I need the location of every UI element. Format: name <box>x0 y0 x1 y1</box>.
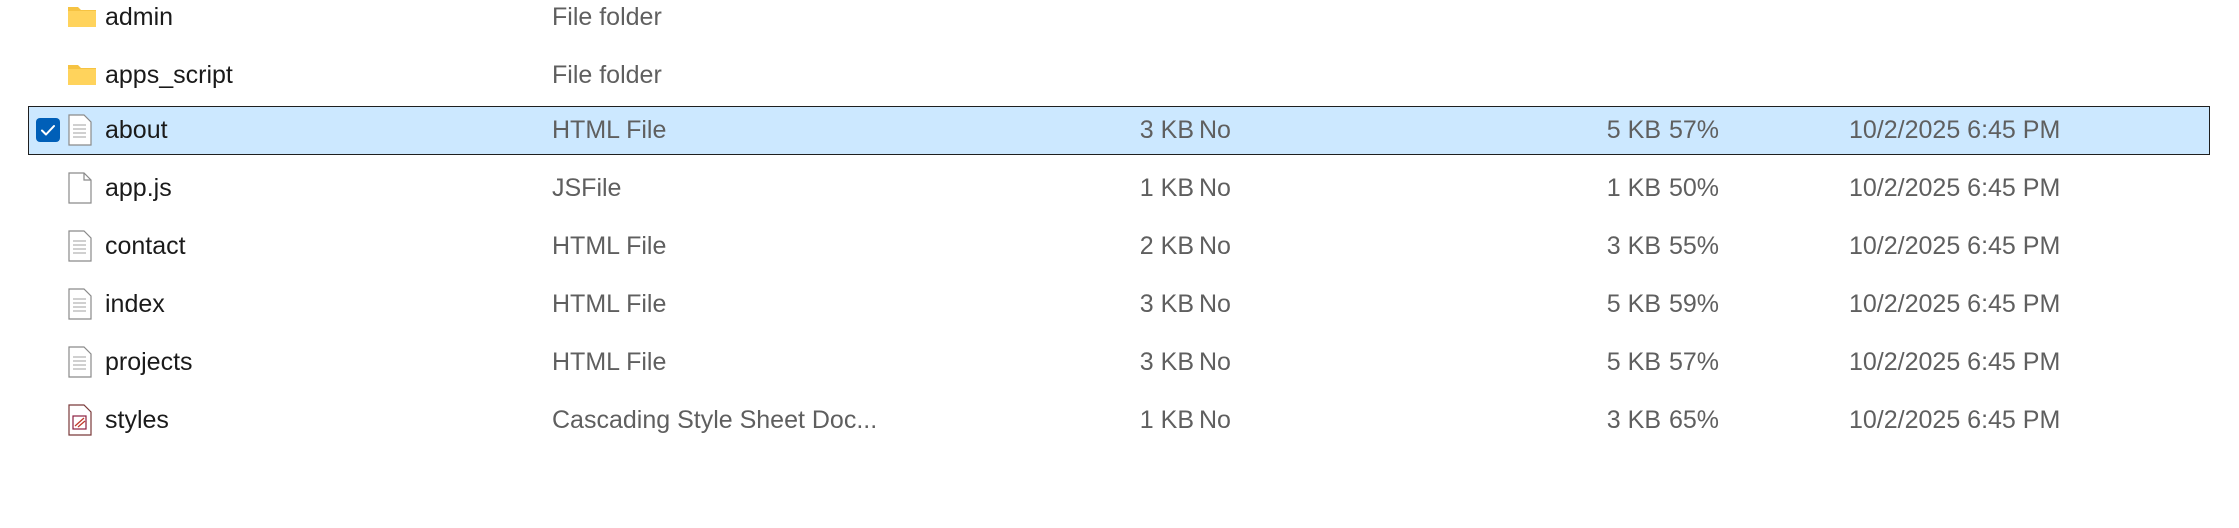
list-item[interactable]: styles Cascading Style Sheet Doc... 1 KB… <box>28 396 2210 445</box>
html-file-icon <box>67 230 95 262</box>
folder-icon <box>67 59 96 91</box>
file-type: File folder <box>552 3 662 31</box>
file-compressed-size: 1 KB <box>1606 174 1661 202</box>
file-name: app.js <box>105 174 172 202</box>
file-encrypted: No <box>1199 232 1231 260</box>
file-compressed-size: 3 KB <box>1606 232 1661 260</box>
file-ratio: 65% <box>1669 406 1720 434</box>
file-size: 1 KB <box>1139 406 1194 434</box>
list-item[interactable]: app.js JSFile 1 KB No 1 KB 50% 10/2/2025… <box>28 164 2210 213</box>
file-encrypted: No <box>1199 174 1231 202</box>
file-encrypted: No <box>1199 348 1231 376</box>
list-item[interactable]: contact HTML File 2 KB No 3 KB 55% 10/2/… <box>28 222 2210 271</box>
file-type: HTML File <box>552 290 667 318</box>
file-date-modified: 10/2/2025 6:45 PM <box>1849 290 2061 318</box>
file-ratio: 57% <box>1669 116 1720 144</box>
file-type: HTML File <box>552 348 667 376</box>
file-encrypted: No <box>1199 290 1231 318</box>
file-name: apps_script <box>105 61 233 89</box>
file-type: JSFile <box>552 174 622 202</box>
html-file-icon <box>67 346 95 378</box>
file-compressed-size: 5 KB <box>1606 348 1661 376</box>
css-file-icon <box>67 404 95 436</box>
file-date-modified: 10/2/2025 6:45 PM <box>1849 174 2061 202</box>
folder-icon <box>67 1 96 33</box>
js-file-icon <box>67 172 95 204</box>
file-name: contact <box>105 232 186 260</box>
file-ratio: 55% <box>1669 232 1720 260</box>
file-type: File folder <box>552 61 662 89</box>
file-compressed-size: 5 KB <box>1606 290 1661 318</box>
file-type: Cascading Style Sheet Doc... <box>552 406 878 434</box>
list-item[interactable]: projects HTML File 3 KB No 5 KB 57% 10/2… <box>28 338 2210 387</box>
file-name: about <box>105 116 168 144</box>
file-size: 3 KB <box>1139 290 1194 318</box>
file-ratio: 50% <box>1669 174 1720 202</box>
file-compressed-size: 5 KB <box>1606 116 1661 144</box>
html-file-icon <box>67 114 95 146</box>
file-type: HTML File <box>552 232 667 260</box>
file-compressed-size: 3 KB <box>1606 406 1661 434</box>
file-type: HTML File <box>552 116 667 144</box>
file-encrypted: No <box>1199 116 1231 144</box>
list-item[interactable]: index HTML File 3 KB No 5 KB 59% 10/2/20… <box>28 280 2210 329</box>
file-size: 2 KB <box>1139 232 1194 260</box>
row-checkbox[interactable] <box>36 118 60 142</box>
file-date-modified: 10/2/2025 6:45 PM <box>1849 406 2061 434</box>
file-size: 3 KB <box>1139 116 1194 144</box>
file-date-modified: 10/2/2025 6:45 PM <box>1849 348 2061 376</box>
file-name: projects <box>105 348 193 376</box>
list-item[interactable]: admin File folder <box>28 0 2210 42</box>
file-ratio: 59% <box>1669 290 1720 318</box>
file-ratio: 57% <box>1669 348 1720 376</box>
file-size: 1 KB <box>1139 174 1194 202</box>
file-name: index <box>105 290 165 318</box>
checkmark-icon <box>41 125 55 136</box>
file-list: admin File folder apps_script File folde… <box>0 0 2239 528</box>
html-file-icon <box>67 288 95 320</box>
file-name: styles <box>105 406 169 434</box>
file-encrypted: No <box>1199 406 1231 434</box>
file-size: 3 KB <box>1139 348 1194 376</box>
file-date-modified: 10/2/2025 6:45 PM <box>1849 116 2061 144</box>
file-name: admin <box>105 3 174 31</box>
file-date-modified: 10/2/2025 6:45 PM <box>1849 232 2061 260</box>
list-item[interactable]: apps_script File folder <box>28 51 2210 100</box>
list-item-selected[interactable]: about HTML File 3 KB No 5 KB 57% 10/2/20… <box>28 106 2210 155</box>
